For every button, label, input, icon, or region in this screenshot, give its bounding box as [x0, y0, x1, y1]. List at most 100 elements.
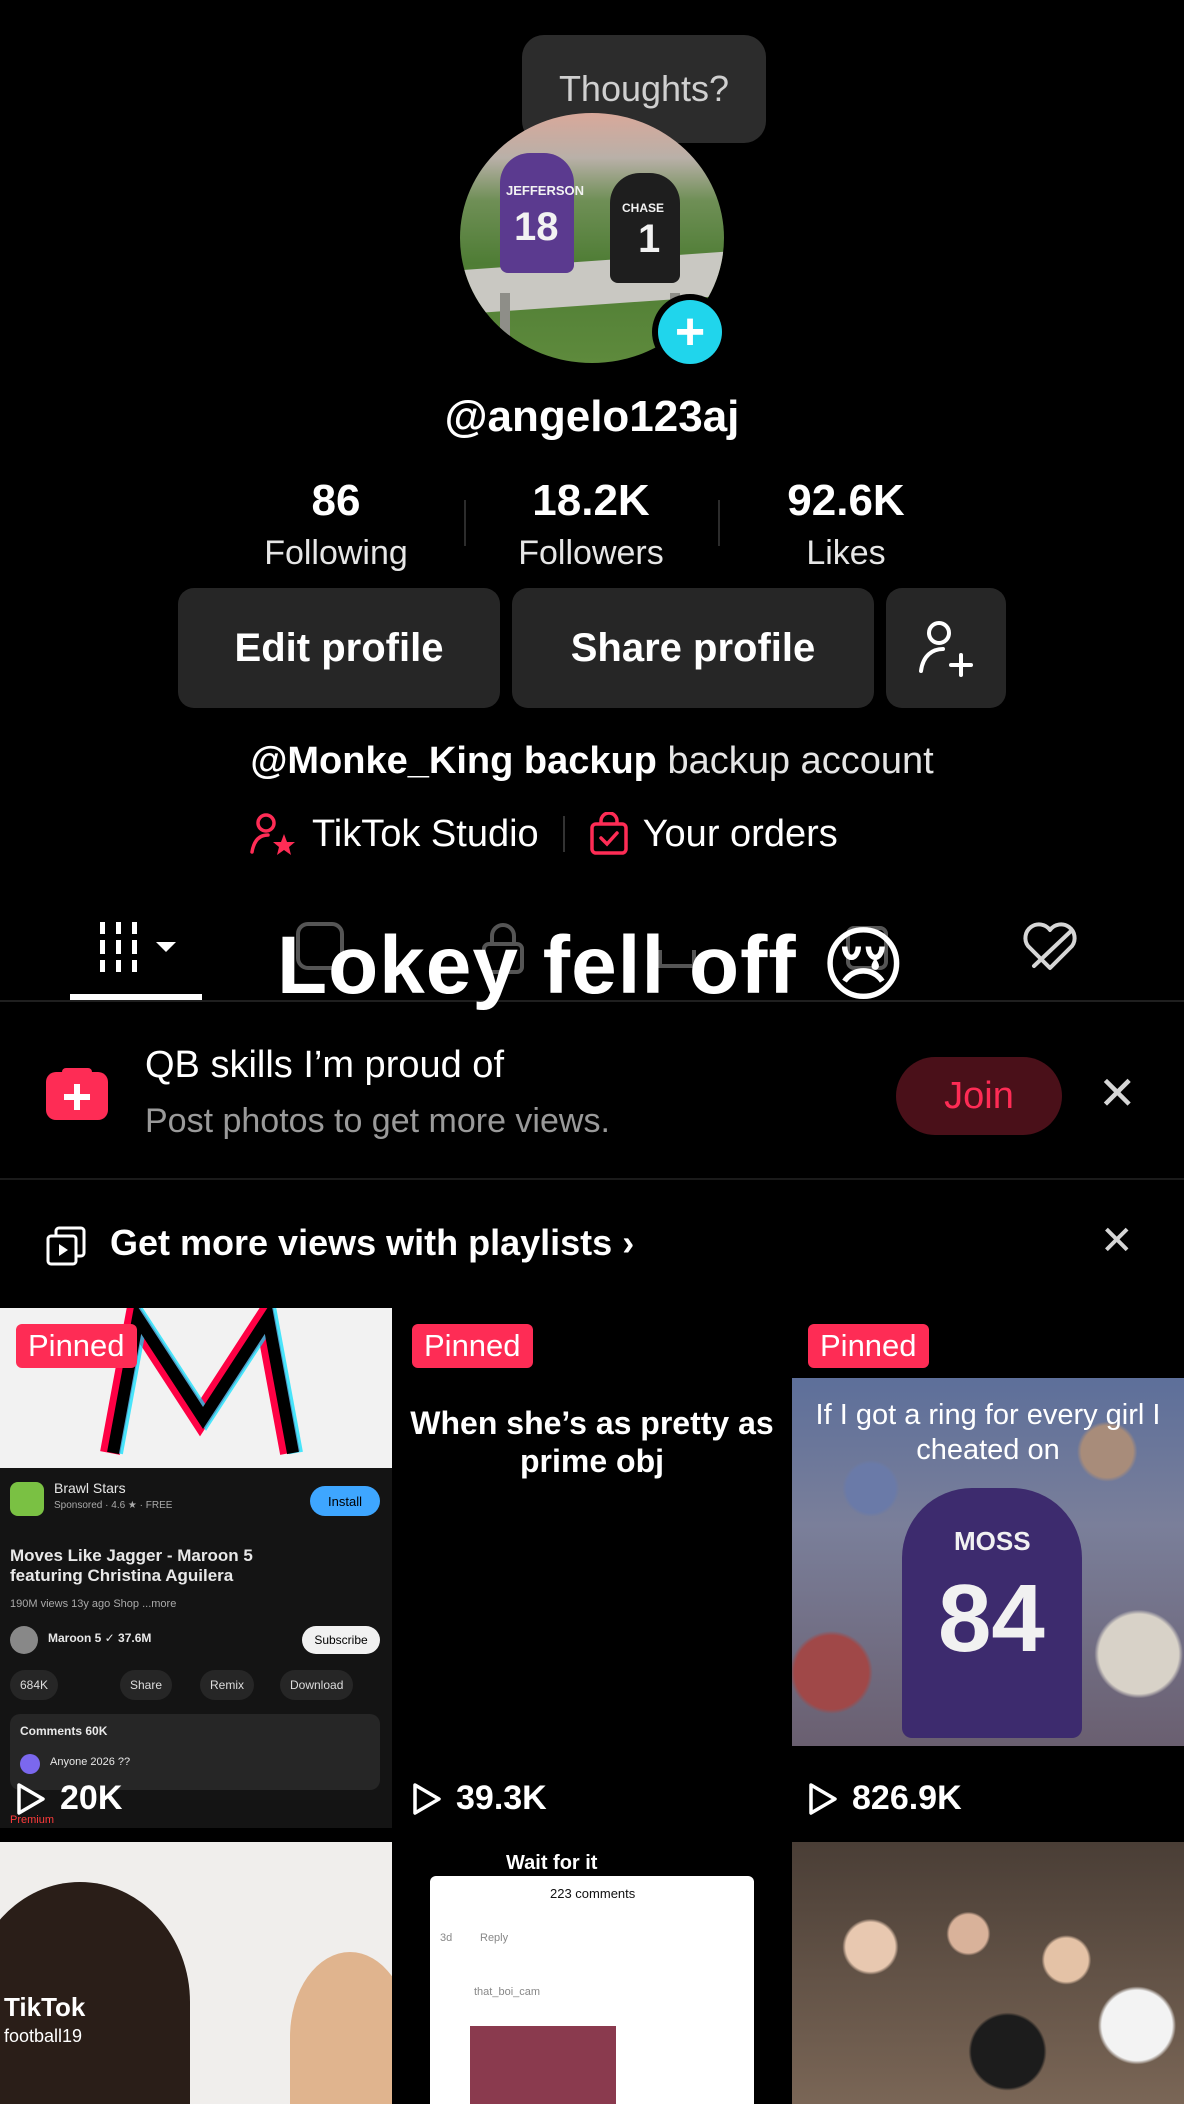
ad-sponsored: Sponsored · 4.6 ★ · FREE: [54, 1500, 173, 1511]
play-icon: [413, 1782, 441, 1815]
person-image: [290, 1952, 392, 2104]
view-count: 826.9K: [808, 1779, 962, 1818]
comments-sheet-count: 223 comments: [550, 1886, 636, 1901]
bio-link[interactable]: @Monke_King backup: [250, 740, 657, 782]
stat-divider: [464, 500, 466, 546]
username: @angelo123aj: [444, 392, 740, 441]
like-pill: 684K: [10, 1670, 59, 1700]
stat-followers[interactable]: 18.2K Followers: [481, 476, 701, 573]
join-banner-subtitle: Post photos to get more views.: [145, 1102, 610, 1140]
tiktok-studio-link[interactable]: TikTok Studio: [250, 812, 539, 856]
plus-icon: +: [658, 300, 722, 364]
bio: @Monke_King backup backup account: [0, 740, 1184, 783]
commenter-avatar: [20, 1754, 40, 1774]
your-orders-link[interactable]: Your orders: [589, 812, 838, 856]
comment-username: that_boi_cam: [474, 1986, 541, 1998]
add-friends-button[interactable]: [886, 588, 1006, 708]
thoughts-bubble-text: Thoughts?: [558, 68, 730, 109]
avatar-player-right: CHASE 1: [610, 173, 680, 283]
premium-label: Premium: [10, 1814, 55, 1826]
add-friend-icon: [919, 621, 973, 677]
top-comment: Anyone 2026 ??: [50, 1756, 131, 1768]
stat-divider: [718, 500, 720, 546]
chevron-right-icon: ›: [622, 1222, 635, 1263]
video-thumbnail[interactable]: MOSS 84 Pinned If I got a ring for every…: [792, 1308, 1184, 1828]
shopping-bag-icon: [589, 812, 628, 855]
stat-label: Following: [264, 534, 408, 572]
stat-value: 18.2K: [532, 476, 650, 525]
overlay-caption: Lokey fell off: [276, 920, 797, 1011]
avatar-jersey-number-left: 18: [514, 205, 559, 249]
jersey-player: MOSS 84: [902, 1488, 1082, 1738]
play-icon: [17, 1782, 45, 1815]
video-caption: When she’s as pretty as prime obj: [410, 1405, 774, 1480]
join-banner-title: QB skills I’m proud of: [145, 1044, 504, 1086]
install-button: Install: [310, 1486, 380, 1516]
crowd-image: [792, 1842, 1184, 2104]
ad-app-name: Brawl Stars: [54, 1480, 126, 1496]
stat-likes[interactable]: 92.6K Likes: [736, 476, 956, 573]
tiktok-watermark-user: football19: [4, 2026, 83, 2046]
pinned-badge: Pinned: [16, 1324, 137, 1368]
share-pill: Share: [120, 1670, 173, 1700]
youtube-panel: Brawl Stars Sponsored · 4.6 ★ · FREE Ins…: [0, 1468, 392, 1828]
avatar-jersey-number-right: 1: [638, 217, 661, 261]
bio-text: backup account: [656, 740, 934, 782]
stat-label: Followers: [518, 534, 664, 572]
yt-channel: Maroon 5 ✓ 37.6M: [48, 1631, 152, 1645]
video-thumbnail[interactable]: Brawl Stars Sponsored · 4.6 ★ · FREE Ins…: [0, 1308, 392, 1828]
brawl-stars-icon: [10, 1482, 44, 1516]
video-caption: If I got a ring for every girl I cheated…: [815, 1399, 1161, 1466]
reply-link: Reply: [480, 1932, 509, 1944]
stat-label: Likes: [806, 534, 886, 572]
comments-count: Comments 60K: [20, 1724, 108, 1738]
stat-value: 92.6K: [787, 476, 905, 525]
playlist-banner-label: Get more views with playlists: [110, 1222, 613, 1263]
yt-video-meta: 190M views 13y ago Shop ...more: [10, 1598, 177, 1610]
view-count: 20K: [16, 1779, 122, 1818]
view-count-value: 39.3K: [456, 1779, 547, 1817]
comment-image: [470, 2026, 616, 2104]
video-thumbnail[interactable]: Pinned When she’s as pretty as prime obj…: [396, 1308, 788, 1828]
links-divider: [562, 816, 565, 852]
comments-sheet: 223 comments 3d Reply that_boi_cam: [430, 1876, 754, 2104]
pinned-badge: Pinned: [808, 1324, 929, 1368]
video-thumbnail[interactable]: Wait for it 223 comments 3d Reply that_b…: [396, 1842, 788, 2104]
close-join-banner-icon[interactable]: ✕: [1098, 1066, 1137, 1120]
add-story-button[interactable]: +: [652, 294, 728, 370]
add-post-icon: [46, 1068, 108, 1120]
video-thumbnail[interactable]: [792, 1842, 1184, 2104]
view-count: 39.3K: [412, 1779, 547, 1818]
pinned-badge: Pinned: [412, 1324, 533, 1368]
avatar-jersey-name-right: CHASE: [622, 201, 665, 215]
overlay-text: Lokey fell off 😢: [0, 918, 1184, 1013]
stat-following[interactable]: 86 Following: [226, 476, 446, 573]
download-pill: Download: [280, 1670, 354, 1700]
join-banner: QB skills I’m proud of Post photos to ge…: [0, 1004, 1184, 1180]
close-playlist-banner-icon[interactable]: ✕: [1100, 1218, 1134, 1264]
crying-emoji-icon: 😢: [820, 920, 907, 1011]
edit-profile-button[interactable]: Edit profile: [178, 588, 500, 708]
jersey-number: 84: [938, 1565, 1045, 1672]
creator-star-icon: [250, 813, 295, 855]
stat-value: 86: [311, 476, 361, 525]
join-button[interactable]: Join: [896, 1057, 1062, 1135]
profile-links: TikTok Studio Your orders: [250, 812, 838, 856]
jersey-name: MOSS: [954, 1526, 1031, 1556]
wait-for-it-text: Wait for it: [506, 1852, 598, 1874]
playlist-banner-text: Get more views with playlists ›: [110, 1222, 634, 1264]
tiktok-watermark: TikTok: [4, 1992, 86, 2022]
avatar-bench-leg: [500, 293, 510, 363]
play-icon: [809, 1782, 837, 1815]
subscribe-button: Subscribe: [302, 1626, 380, 1654]
playlist-banner[interactable]: Get more views with playlists › ✕: [0, 1182, 1184, 1306]
view-count-value: 826.9K: [852, 1779, 962, 1817]
share-profile-button[interactable]: Share profile: [512, 588, 874, 708]
view-count-value: 20K: [60, 1779, 123, 1817]
avatar-player-left: JEFFERSON 18: [500, 153, 584, 273]
reply-time: 3d: [440, 1932, 453, 1944]
avatar-jersey-name-left: JEFFERSON: [506, 183, 585, 198]
video-thumbnail[interactable]: TikTok football19: [0, 1842, 392, 2104]
remix-pill: Remix: [200, 1670, 255, 1700]
your-orders-label: Your orders: [642, 812, 838, 855]
